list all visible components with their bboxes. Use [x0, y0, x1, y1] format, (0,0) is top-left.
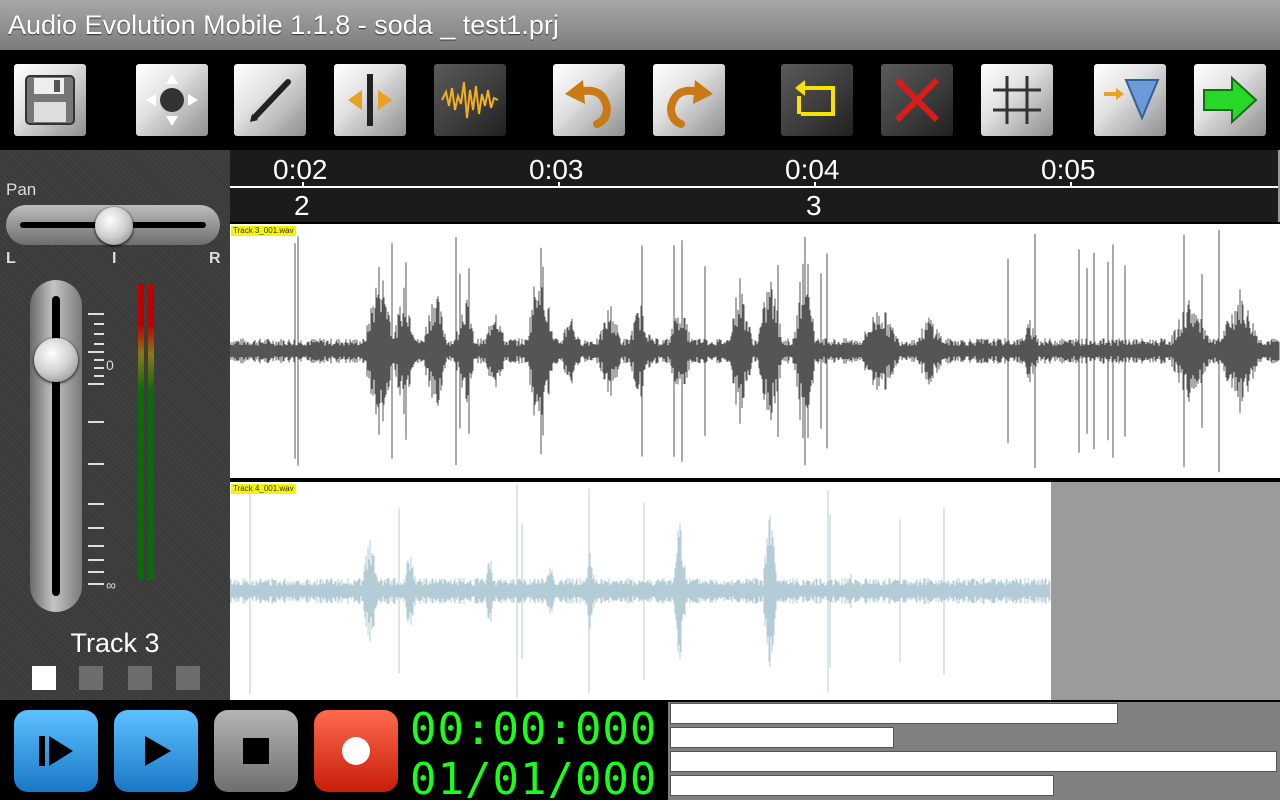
scale-zero-label: 0: [106, 357, 114, 373]
grid-icon: [993, 76, 1041, 124]
pan-right-label: R: [209, 250, 221, 267]
play-from-start-icon: [39, 736, 73, 766]
loop-icon: [795, 80, 835, 116]
position-display: 01/01/000: [410, 754, 658, 800]
waveform-path: [230, 484, 1051, 698]
forward-icon: [1203, 75, 1258, 125]
move-icon: [146, 74, 198, 126]
import-button[interactable]: [1094, 64, 1166, 136]
grid-button[interactable]: [981, 64, 1053, 136]
level-meter-left: [138, 283, 144, 580]
stop-icon: [243, 738, 269, 764]
track-select-1[interactable]: [32, 666, 56, 690]
record-button[interactable]: [314, 710, 398, 792]
split-icon: [348, 74, 392, 126]
play-from-start-button[interactable]: [14, 710, 98, 792]
volume-knob[interactable]: [34, 338, 78, 382]
move-button[interactable]: [136, 64, 208, 136]
ruler-tick: [1070, 182, 1072, 188]
ruler-tick: [814, 182, 816, 188]
play-icon: [145, 736, 171, 766]
waveform-icon: [441, 81, 499, 119]
redo-icon: [666, 80, 713, 128]
ruler-tick: [302, 182, 304, 188]
pan-label: Pan: [6, 180, 37, 199]
overview-track-1: [670, 703, 1118, 724]
track-overview[interactable]: [668, 702, 1280, 800]
track-lane-3[interactable]: Track 3_001.wav: [230, 222, 1280, 480]
scale-inf-label: ∞: [106, 577, 116, 590]
timeline-ruler[interactable]: 0:02 0:03 0:04 0:05 2 3: [230, 150, 1280, 222]
level-meter-right: [148, 283, 154, 580]
track-select-4[interactable]: [176, 666, 200, 690]
time-label: 0:04: [785, 154, 840, 185]
time-label: 0:03: [529, 154, 584, 185]
waveform-track-3: [230, 229, 1280, 473]
track-name: Track 3: [70, 628, 160, 658]
track-select-3[interactable]: [128, 666, 152, 690]
ruler-line: [230, 186, 1280, 188]
delete-icon: [894, 77, 940, 123]
pan-center-label: I: [112, 250, 117, 267]
bar-label: 2: [294, 190, 310, 221]
volume-slider[interactable]: [30, 280, 82, 612]
app-title: Audio Evolution Mobile 1.1.8 - soda _ te…: [8, 10, 559, 40]
app-window: Audio Evolution Mobile 1.1.8 - soda _ te…: [0, 0, 1280, 800]
time-label: 0:02: [273, 154, 328, 185]
draw-button[interactable]: [234, 64, 306, 136]
track-select-2[interactable]: [79, 666, 103, 690]
clip-label: Track 3_001.wav: [231, 226, 296, 236]
waveform-track-4: [230, 484, 1051, 698]
ruler-tick: [558, 182, 560, 188]
pan-knob[interactable]: [95, 207, 133, 245]
loop-button[interactable]: [781, 64, 853, 136]
forward-button[interactable]: [1194, 64, 1266, 136]
delete-button[interactable]: [881, 64, 953, 136]
empty-region: [1051, 482, 1280, 700]
waveform-path: [230, 229, 1280, 473]
time-display: 00:00:000: [410, 704, 658, 755]
clip-label: Track 4_001.wav: [231, 484, 296, 494]
record-icon: [342, 737, 370, 765]
pan-left-label: L: [6, 250, 16, 267]
toolbar: [0, 50, 1280, 150]
split-button[interactable]: [334, 64, 406, 136]
volume-scale: 0 ∞: [88, 313, 116, 590]
pencil-icon: [250, 79, 291, 122]
level-meter: [138, 283, 158, 580]
overview-track-3: [670, 751, 1277, 772]
redo-button[interactable]: [653, 64, 725, 136]
title-bar: Audio Evolution Mobile 1.1.8 - soda _ te…: [0, 0, 1280, 50]
undo-button[interactable]: [553, 64, 625, 136]
undo-icon: [565, 80, 612, 128]
track-lane-4[interactable]: Track 4_001.wav: [230, 482, 1280, 700]
save-button[interactable]: [14, 64, 86, 136]
overview-track-4: [670, 775, 1054, 796]
import-icon: [1104, 79, 1160, 121]
time-label: 0:05: [1041, 154, 1096, 185]
overview-track-2: [670, 727, 894, 748]
waveform-button[interactable]: [434, 64, 506, 136]
track-mixer-panel: Pan L I R 0 ∞ Track 3: [0, 150, 230, 700]
bar-label: 3: [806, 190, 822, 221]
stop-button[interactable]: [214, 710, 298, 792]
play-button[interactable]: [114, 710, 198, 792]
save-icon: [25, 75, 75, 125]
